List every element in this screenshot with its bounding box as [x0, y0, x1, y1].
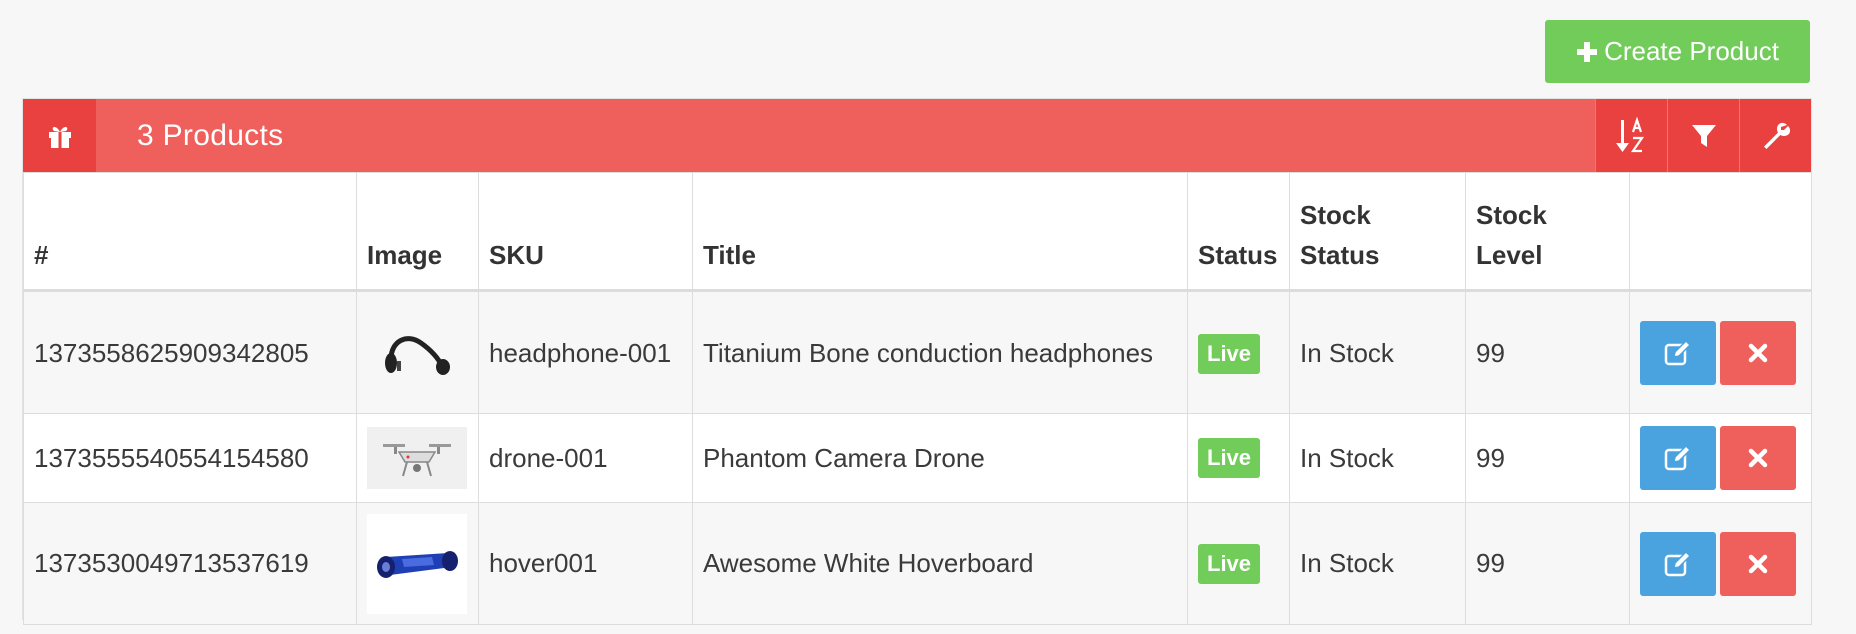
cell-title: Titanium Bone conduction headphones [692, 290, 1188, 414]
cell-status: Live [1187, 290, 1290, 414]
cell-id: 1373558625909342805 [23, 290, 357, 414]
cell-sku: drone-001 [478, 413, 693, 503]
products-panel: 3 Products # Image SKU Title Status Stoc… [23, 99, 1812, 625]
col-header-id[interactable]: # [23, 172, 357, 292]
table-header-row: # Image SKU Title Status Stock Status St… [23, 172, 1812, 292]
plus-icon [1576, 41, 1598, 63]
gift-icon [23, 99, 96, 172]
col-header-image[interactable]: Image [356, 172, 479, 292]
cell-title: Awesome White Hoverboard [692, 502, 1188, 625]
table-row[interactable]: 1373530049713537619 hover001 Awesome Whi… [23, 502, 1812, 625]
col-header-title[interactable]: Title [692, 172, 1188, 292]
cell-actions [1629, 413, 1812, 503]
close-icon [1748, 343, 1768, 362]
status-badge: Live [1198, 438, 1261, 478]
filter-icon[interactable] [1667, 99, 1739, 172]
cell-image [356, 502, 479, 625]
edit-button[interactable] [1640, 426, 1716, 490]
close-icon [1748, 554, 1768, 573]
delete-button[interactable] [1720, 426, 1796, 490]
table-row[interactable]: 1373558625909342805 headphone-001 Titani… [23, 290, 1812, 414]
delete-button[interactable] [1720, 531, 1796, 596]
cell-status: Live [1187, 502, 1290, 625]
col-header-sku[interactable]: SKU [478, 172, 693, 292]
cell-stock-level: 99 [1465, 502, 1630, 625]
status-badge: Live [1198, 543, 1261, 584]
table-row[interactable]: 1373555540554154580 drone-001 Phantom Ca… [23, 413, 1812, 503]
panel-header: 3 Products [23, 99, 1811, 172]
cell-stock-status: In Stock [1289, 290, 1466, 414]
cell-stock-status: In Stock [1289, 502, 1466, 625]
edit-icon [1664, 339, 1692, 365]
delete-button[interactable] [1720, 320, 1796, 385]
status-badge: Live [1198, 333, 1261, 374]
panel-title: 3 Products [137, 118, 284, 152]
edit-button[interactable] [1640, 531, 1716, 596]
cell-actions [1629, 290, 1812, 414]
create-product-label: Create Product [1604, 36, 1779, 66]
col-header-actions [1629, 172, 1812, 292]
cell-sku: hover001 [478, 502, 693, 625]
hoverboard-thumbnail[interactable] [367, 513, 467, 614]
cell-stock-status: In Stock [1289, 413, 1466, 503]
cell-id: 1373530049713537619 [23, 502, 357, 625]
create-product-button[interactable]: Create Product [1545, 20, 1810, 83]
cell-stock-level: 99 [1465, 290, 1630, 414]
products-table: # Image SKU Title Status Stock Status St… [23, 172, 1812, 625]
col-header-status[interactable]: Status [1187, 172, 1290, 292]
close-icon [1748, 448, 1768, 468]
cell-id: 1373555540554154580 [23, 413, 357, 503]
wrench-icon[interactable] [1739, 99, 1811, 172]
edit-button[interactable] [1640, 320, 1716, 385]
drone-thumbnail[interactable] [367, 427, 467, 489]
edit-icon [1664, 445, 1692, 471]
cell-image [356, 413, 479, 503]
cell-actions [1629, 502, 1812, 625]
col-header-stock-level[interactable]: Stock Level [1465, 172, 1630, 292]
sort-alpha-icon[interactable] [1595, 99, 1667, 172]
cell-status: Live [1187, 413, 1290, 503]
cell-sku: headphone-001 [478, 290, 693, 414]
headphones-thumbnail[interactable] [367, 303, 467, 403]
cell-stock-level: 99 [1465, 413, 1630, 503]
cell-image [356, 290, 479, 414]
edit-icon [1664, 550, 1692, 576]
col-header-stock-status[interactable]: Stock Status [1289, 172, 1466, 292]
cell-title: Phantom Camera Drone [692, 413, 1188, 503]
